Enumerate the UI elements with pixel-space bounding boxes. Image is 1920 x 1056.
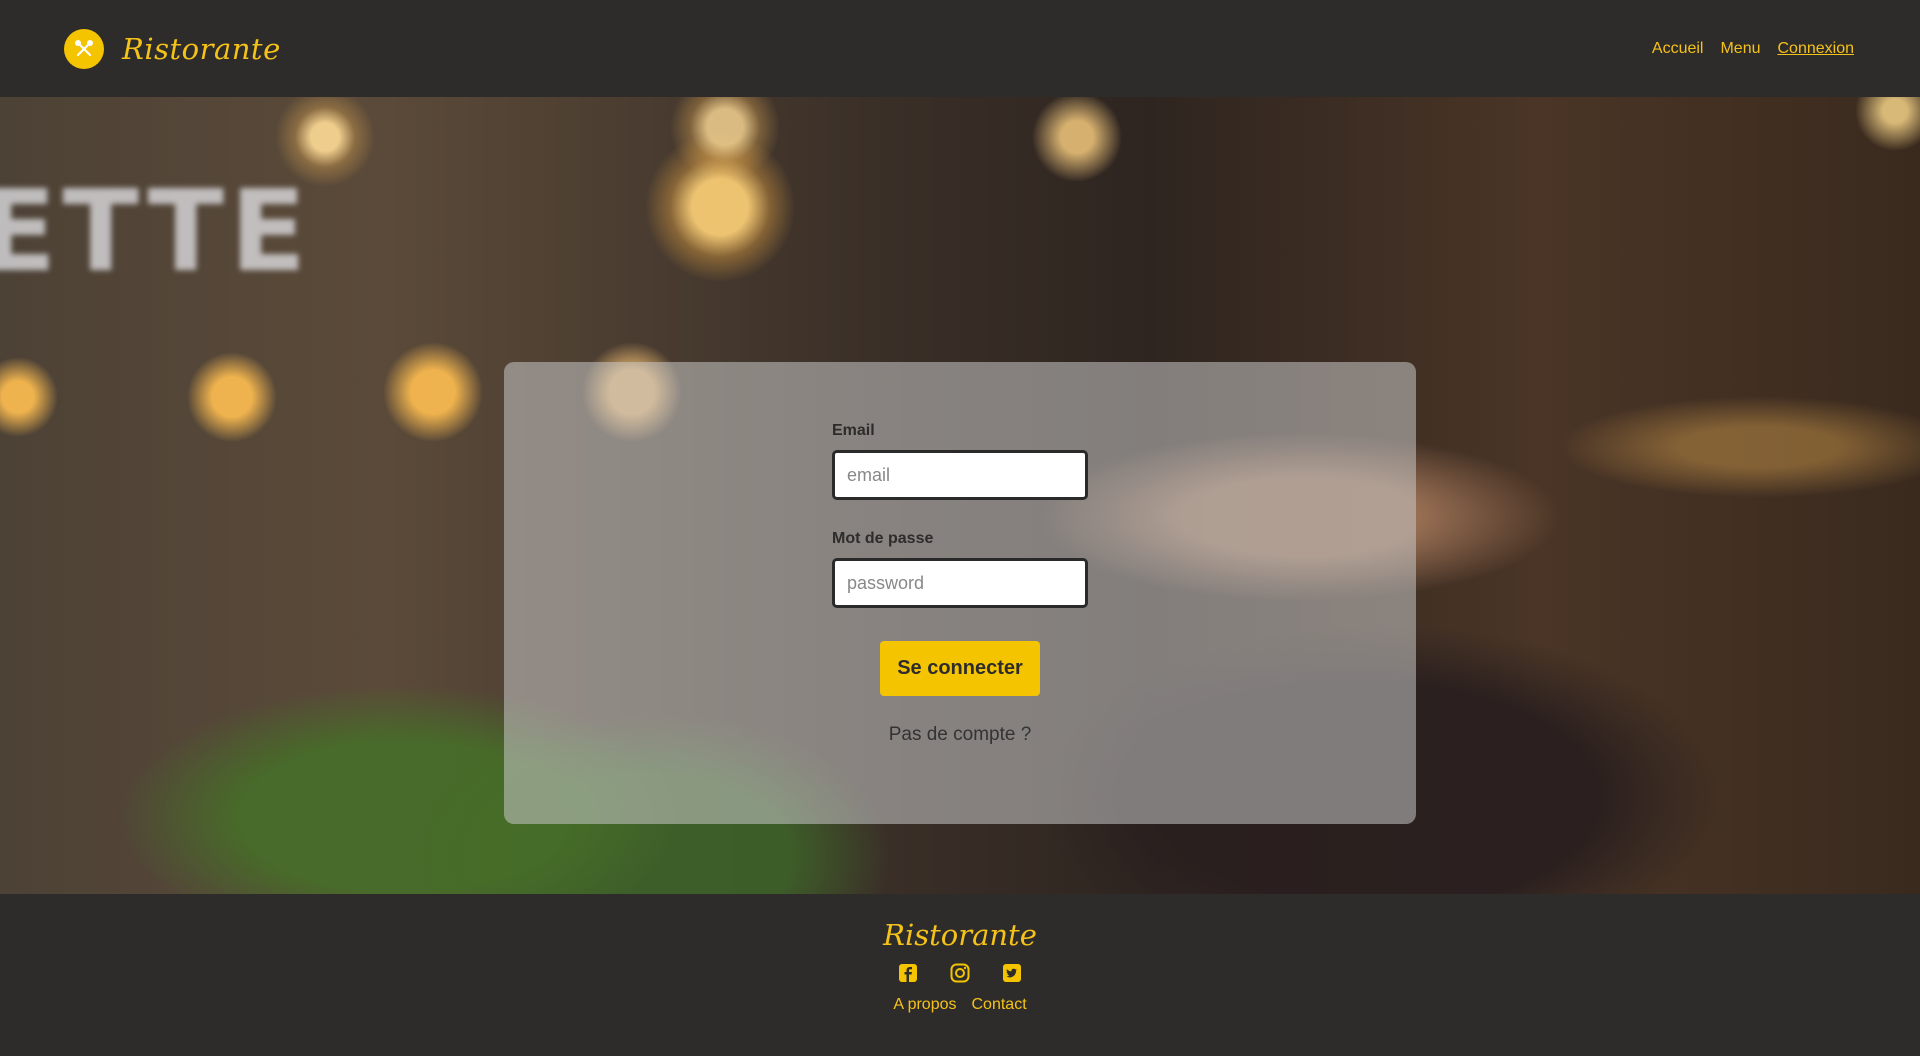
login-form: Email Mot de passe Se connecter Pas de c… bbox=[832, 422, 1088, 746]
nav-link-accueil[interactable]: Accueil bbox=[1652, 40, 1704, 58]
nav-link-connexion[interactable]: Connexion bbox=[1778, 40, 1855, 58]
login-card: Email Mot de passe Se connecter Pas de c… bbox=[504, 362, 1416, 824]
password-field[interactable] bbox=[832, 558, 1088, 608]
email-group: Email bbox=[832, 422, 1088, 500]
nav-link-menu[interactable]: Menu bbox=[1720, 40, 1760, 58]
neon-sign: ETTE bbox=[0, 167, 313, 297]
password-group: Mot de passe bbox=[832, 530, 1088, 608]
facebook-icon[interactable] bbox=[897, 962, 919, 984]
password-label: Mot de passe bbox=[832, 530, 934, 547]
email-field[interactable] bbox=[832, 450, 1088, 500]
signup-link[interactable]: Pas de compte ? bbox=[832, 724, 1088, 746]
fork-knife-icon bbox=[64, 28, 104, 69]
footer-brand: Ristorante bbox=[883, 918, 1037, 952]
login-button[interactable]: Se connecter bbox=[880, 641, 1040, 696]
footer-link-contact[interactable]: Contact bbox=[972, 996, 1027, 1014]
navbar: Ristorante Accueil Menu Connexion bbox=[0, 0, 1920, 97]
footer-nav: A propos Contact bbox=[893, 996, 1026, 1014]
email-label: Email bbox=[832, 422, 875, 439]
instagram-icon[interactable] bbox=[949, 962, 971, 984]
hero-background-image: ETTE Email Mot de passe Se connecter Pas… bbox=[0, 97, 1920, 894]
footer: Ristorante A propos Contact bbox=[0, 894, 1920, 1056]
main-nav: Accueil Menu Connexion bbox=[1652, 40, 1854, 58]
footer-link-about[interactable]: A propos bbox=[893, 996, 956, 1014]
brand[interactable]: Ristorante bbox=[64, 28, 281, 69]
brand-name: Ristorante bbox=[122, 31, 281, 66]
social-links bbox=[897, 962, 1023, 984]
twitter-icon[interactable] bbox=[1001, 962, 1023, 984]
